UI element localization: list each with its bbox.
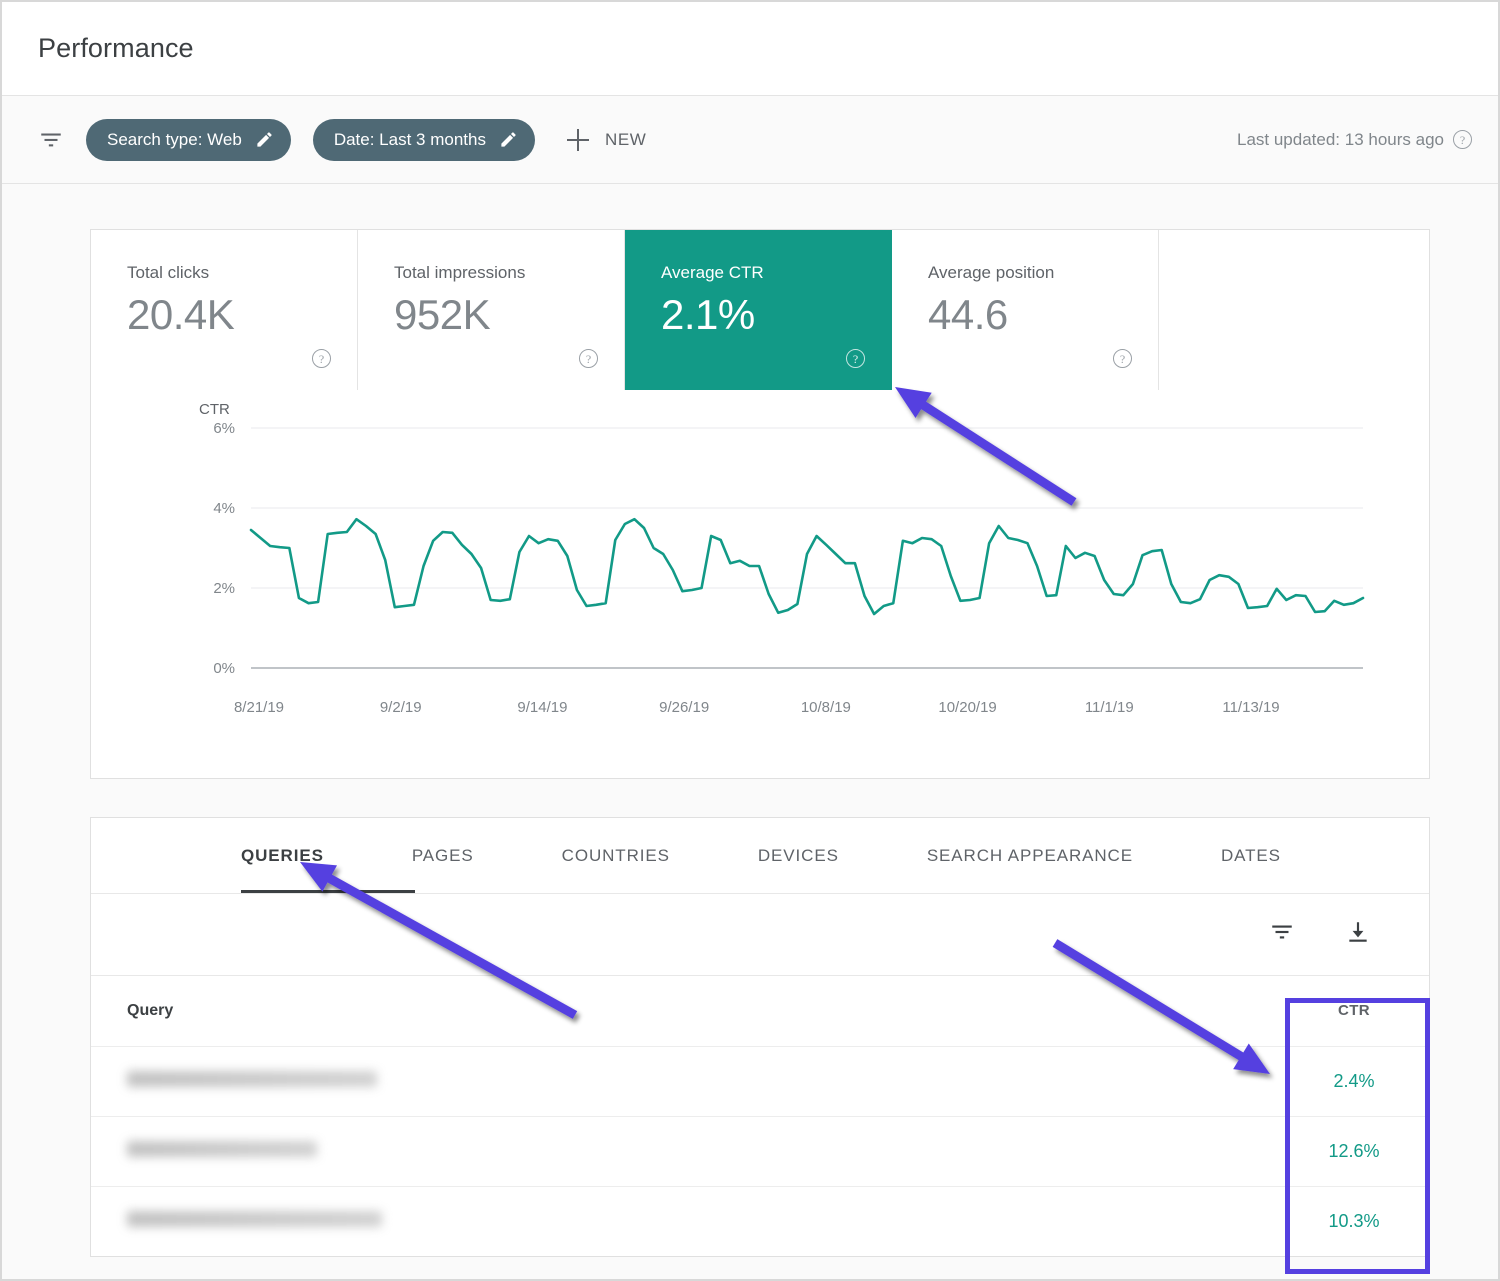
metric-cards: Total clicks 20.4K ? Total impressions 9…: [91, 230, 1429, 390]
table-head: Query CTR: [91, 976, 1429, 1046]
tab-countries[interactable]: COUNTRIES: [562, 846, 670, 866]
metric-label: Average CTR: [661, 263, 891, 283]
pencil-icon[interactable]: [499, 130, 518, 149]
last-updated: Last updated: 13 hours ago ?: [1237, 130, 1472, 150]
chip-search-type-label: Search type: Web: [107, 130, 242, 150]
redacted-query-text: [127, 1071, 377, 1087]
table-body: 2.4% 12.6% 10.3%: [91, 1046, 1429, 1256]
new-filter-button[interactable]: NEW: [567, 129, 646, 151]
metric-value: 952K: [394, 291, 624, 339]
svg-text:11/13/19: 11/13/19: [1222, 699, 1279, 716]
queries-table: Query CTR 2.4% 12.6%: [91, 976, 1429, 1257]
metric-card-average-position[interactable]: Average position 44.6 ?: [892, 230, 1159, 390]
cell-ctr: 12.6%: [1279, 1116, 1429, 1186]
svg-text:8/21/19: 8/21/19: [234, 699, 284, 716]
plus-icon: [567, 129, 589, 151]
svg-text:9/2/19: 9/2/19: [380, 699, 422, 716]
performance-chart-card: Total clicks 20.4K ? Total impressions 9…: [90, 229, 1430, 779]
column-header-ctr[interactable]: CTR: [1279, 976, 1429, 1046]
chip-date-range-label: Date: Last 3 months: [334, 130, 486, 150]
help-circle-icon[interactable]: ?: [1113, 349, 1132, 368]
redacted-query-text: [127, 1211, 382, 1227]
filter-bar: Search type: Web Date: Last 3 months NEW…: [2, 96, 1498, 184]
filter-icon[interactable]: [1269, 919, 1295, 950]
chip-search-type[interactable]: Search type: Web: [86, 119, 291, 161]
cell-query: [91, 1116, 1279, 1186]
active-tab-indicator: [241, 890, 415, 893]
table-row[interactable]: 2.4%: [91, 1046, 1429, 1116]
tab-dates[interactable]: DATES: [1221, 846, 1281, 866]
metric-card-total-impressions[interactable]: Total impressions 952K ?: [358, 230, 625, 390]
metric-value: 44.6: [928, 291, 1158, 339]
svg-text:2%: 2%: [213, 580, 235, 597]
metric-cards-spacer: [1159, 230, 1429, 390]
metric-card-average-ctr[interactable]: Average CTR 2.1% ?: [625, 230, 892, 390]
metric-label: Total impressions: [394, 263, 624, 283]
svg-text:10/8/19: 10/8/19: [801, 699, 851, 716]
column-header-query[interactable]: Query: [91, 976, 1279, 1046]
svg-text:6%: 6%: [213, 420, 235, 437]
performance-page: Performance Search type: Web Date: Last …: [0, 0, 1500, 1281]
svg-text:CTR: CTR: [199, 401, 230, 418]
table-row[interactable]: 12.6%: [91, 1116, 1429, 1186]
svg-text:0%: 0%: [213, 660, 235, 677]
ctr-line-chart: CTR 0% 2% 4% 6% 8/21/19 9/2/19 9/14/19 9/26/19 10…: [91, 390, 1429, 780]
pencil-icon[interactable]: [255, 130, 274, 149]
help-circle-icon[interactable]: ?: [312, 349, 331, 368]
help-circle-icon[interactable]: ?: [1453, 130, 1472, 149]
table-header-row: Query CTR: [91, 976, 1429, 1046]
dimension-table-card: QUERIES PAGES COUNTRIES DEVICES SEARCH A…: [90, 817, 1430, 1257]
tab-queries[interactable]: QUERIES: [241, 846, 324, 866]
last-updated-label: Last updated: 13 hours ago: [1237, 130, 1444, 150]
help-circle-icon[interactable]: ?: [579, 349, 598, 368]
tab-search-appearance[interactable]: SEARCH APPEARANCE: [927, 846, 1133, 866]
table-row[interactable]: 10.3%: [91, 1186, 1429, 1256]
svg-text:9/26/19: 9/26/19: [659, 699, 709, 716]
cell-ctr: 10.3%: [1279, 1186, 1429, 1256]
svg-text:10/20/19: 10/20/19: [938, 699, 996, 716]
metric-value: 2.1%: [661, 291, 891, 339]
help-circle-icon[interactable]: ?: [846, 349, 865, 368]
new-filter-label: NEW: [605, 130, 646, 150]
cell-query: [91, 1186, 1279, 1256]
filter-icon[interactable]: [38, 127, 64, 153]
table-toolbar: [91, 894, 1429, 976]
metric-label: Total clicks: [127, 263, 357, 283]
metric-card-total-clicks[interactable]: Total clicks 20.4K ?: [91, 230, 358, 390]
svg-text:4%: 4%: [213, 500, 235, 517]
metric-value: 20.4K: [127, 291, 357, 339]
download-icon[interactable]: [1345, 919, 1371, 950]
chip-date-range[interactable]: Date: Last 3 months: [313, 119, 535, 161]
cell-query: [91, 1046, 1279, 1116]
redacted-query-text: [127, 1141, 317, 1157]
cell-ctr: 2.4%: [1279, 1046, 1429, 1116]
svg-text:9/14/19: 9/14/19: [517, 699, 567, 716]
metric-label: Average position: [928, 263, 1158, 283]
dimension-tabs: QUERIES PAGES COUNTRIES DEVICES SEARCH A…: [91, 818, 1429, 894]
ctr-line-chart-svg: CTR 0% 2% 4% 6% 8/21/19 9/2/19 9/14/19 9/26/19 10…: [91, 390, 1429, 780]
tab-pages[interactable]: PAGES: [412, 846, 474, 866]
page-header: Performance: [2, 2, 1498, 96]
svg-text:11/1/19: 11/1/19: [1085, 699, 1134, 716]
page-title: Performance: [38, 33, 194, 64]
tab-devices[interactable]: DEVICES: [758, 846, 839, 866]
